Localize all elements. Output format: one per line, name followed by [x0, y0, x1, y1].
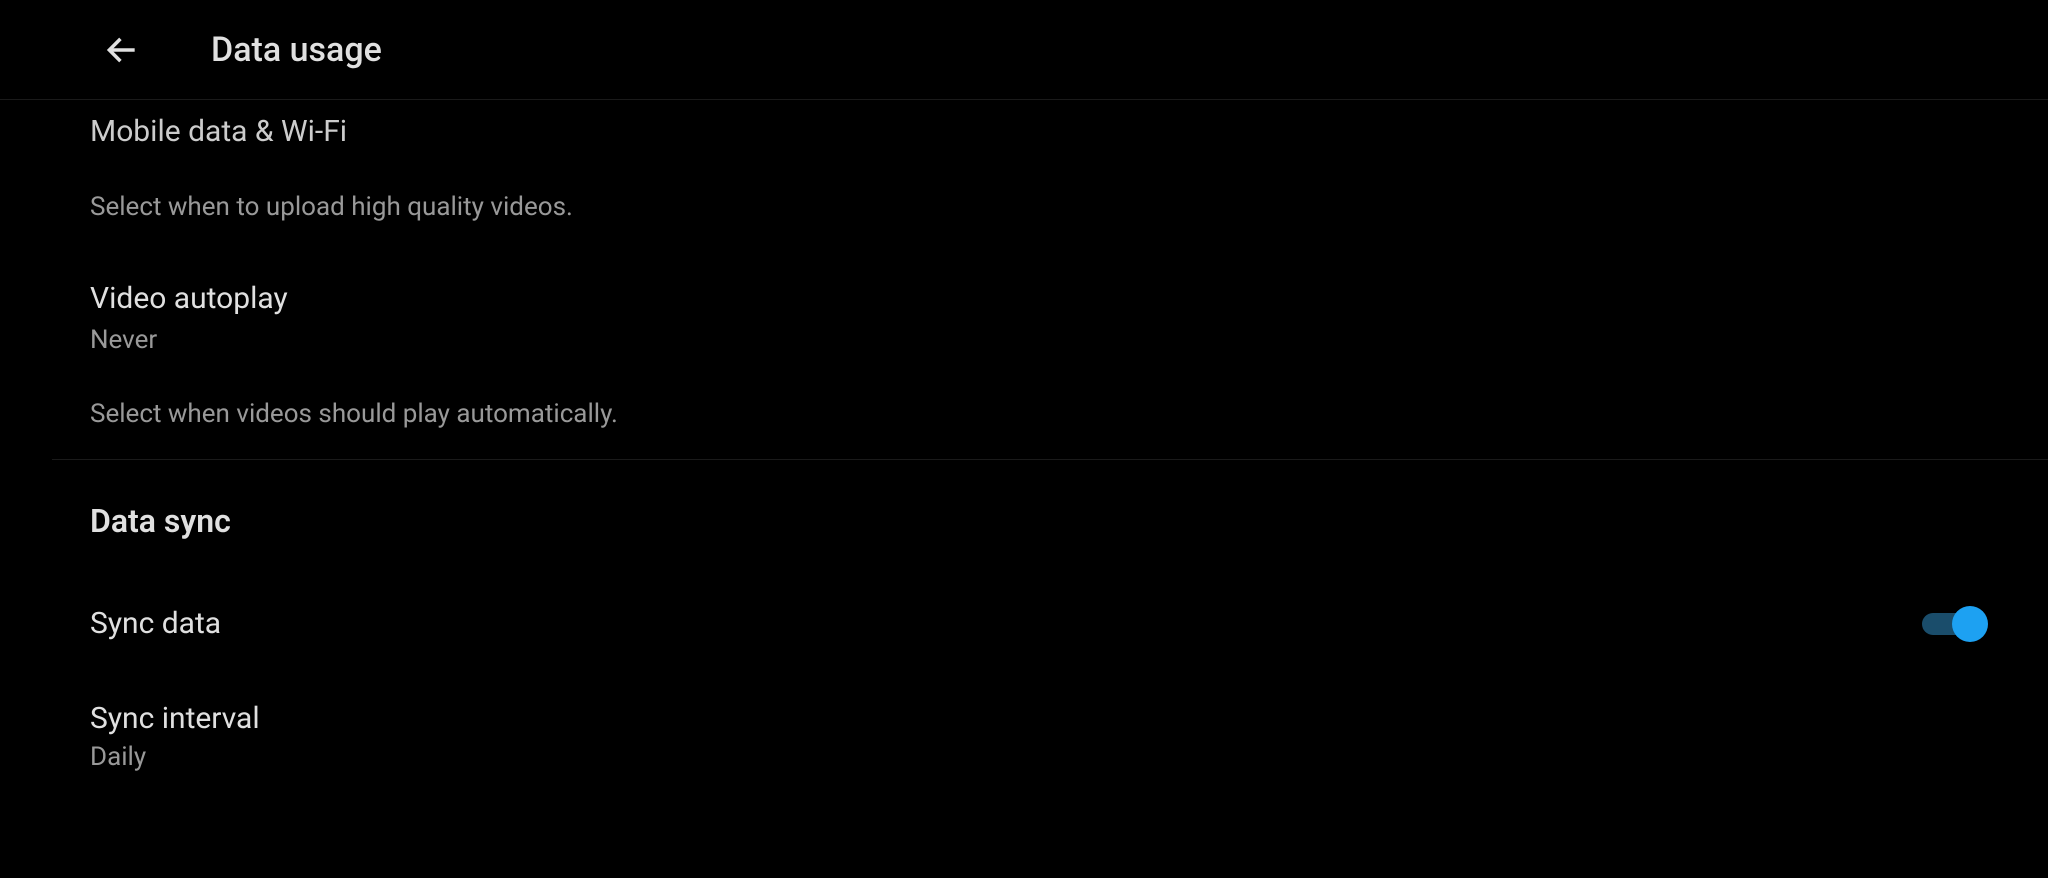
- content: Mobile data & Wi-Fi Select when to uploa…: [0, 100, 2048, 772]
- video-autoplay-description: Select when videos should play automatic…: [90, 398, 1978, 432]
- upload-quality-setting[interactable]: Mobile data & Wi-Fi Select when to uploa…: [90, 100, 1978, 225]
- sync-interval-setting[interactable]: Sync interval Daily: [90, 699, 1978, 772]
- toggle-knob: [1952, 606, 1988, 642]
- data-sync-section-header: Data sync: [90, 502, 1978, 540]
- back-button[interactable]: [95, 23, 149, 77]
- sync-data-toggle[interactable]: [1922, 613, 1978, 635]
- sync-data-label: Sync data: [90, 606, 221, 641]
- upload-quality-value: Mobile data & Wi-Fi: [90, 112, 1978, 151]
- sync-data-setting[interactable]: Sync data: [90, 606, 1978, 641]
- video-autoplay-value: Never: [90, 324, 1978, 358]
- header: Data usage: [0, 0, 2048, 100]
- sync-interval-value: Daily: [90, 742, 1978, 772]
- sync-interval-title: Sync interval: [90, 699, 1978, 738]
- page-title: Data usage: [211, 30, 382, 70]
- video-autoplay-setting[interactable]: Video autoplay Never Select when videos …: [90, 225, 1978, 460]
- video-autoplay-title: Video autoplay: [90, 279, 1978, 318]
- upload-quality-description: Select when to upload high quality video…: [90, 191, 1978, 225]
- divider: [52, 459, 2048, 460]
- back-arrow-icon: [103, 31, 141, 69]
